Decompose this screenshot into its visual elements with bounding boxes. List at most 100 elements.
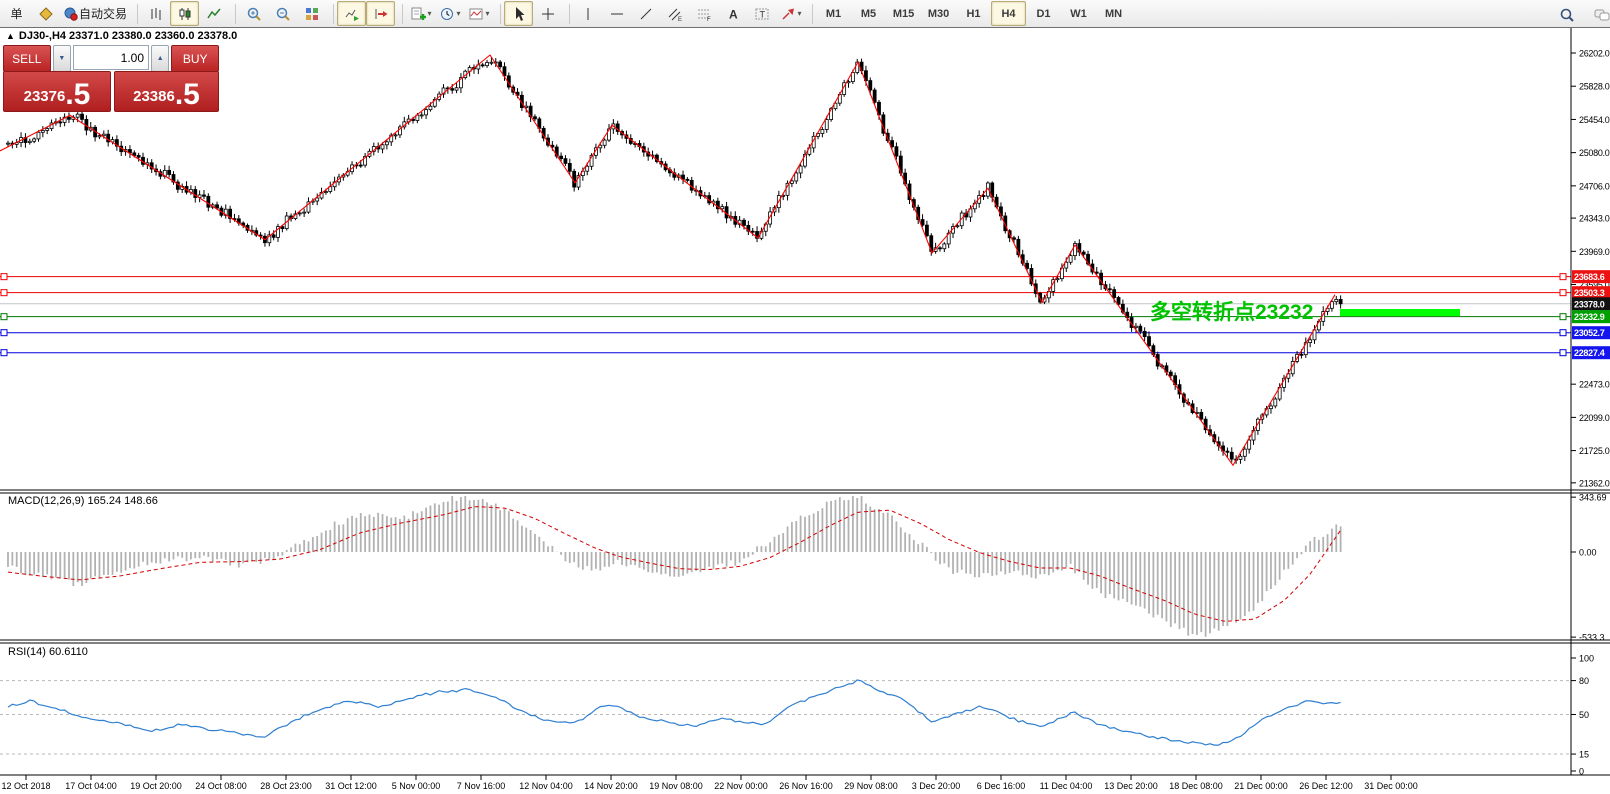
horizontal-line-button[interactable] bbox=[602, 1, 631, 26]
time-axis-tick: 5 Nov 00:00 bbox=[392, 781, 441, 791]
templates-button[interactable]: ▾ bbox=[464, 1, 493, 26]
price-axis-tick: 25828.0 bbox=[1579, 82, 1610, 92]
fibonacci-button[interactable]: F bbox=[689, 1, 718, 26]
time-axis-tick: 14 Nov 20:00 bbox=[584, 781, 638, 791]
price-axis-tick: 24706.0 bbox=[1579, 181, 1610, 191]
trend-icon bbox=[638, 6, 654, 22]
volume-increase-button[interactable]: ▲ bbox=[151, 45, 169, 72]
autotrading-button[interactable]: 自动交易 bbox=[60, 1, 130, 26]
chat-button[interactable] bbox=[1587, 2, 1610, 27]
text-label-button[interactable]: T bbox=[747, 1, 776, 26]
search-button[interactable] bbox=[1552, 2, 1581, 27]
new-order-icon-button[interactable] bbox=[31, 1, 60, 26]
time-axis-tick: 13 Dec 20:00 bbox=[1104, 781, 1158, 791]
timeframe-m5[interactable]: M5 bbox=[851, 1, 886, 26]
chart-collapse-icon[interactable]: ▲ bbox=[6, 31, 15, 41]
time-axis-tick: 18 Dec 08:00 bbox=[1169, 781, 1223, 791]
price-axis-tick: 26202.0 bbox=[1579, 49, 1610, 59]
order-button[interactable]: 单 bbox=[2, 1, 31, 26]
toolbar-separator bbox=[494, 4, 501, 24]
rsi-axis-tick: 0 bbox=[1579, 767, 1584, 777]
rsi-axis-tick: 15 bbox=[1579, 750, 1589, 760]
macd-axis-tick: 0.00 bbox=[1579, 548, 1597, 558]
trendline-button[interactable] bbox=[631, 1, 660, 26]
volume-decrease-button[interactable]: ▼ bbox=[53, 45, 71, 72]
gold-icon bbox=[38, 6, 54, 22]
sell-button[interactable]: SELL bbox=[3, 45, 51, 72]
volume-input[interactable] bbox=[73, 45, 149, 70]
price-axis-tick: 23969.0 bbox=[1579, 247, 1610, 257]
hline-handle[interactable] bbox=[1, 314, 7, 320]
timeframe-w1[interactable]: W1 bbox=[1061, 1, 1096, 26]
equidistant-channel-button[interactable]: E bbox=[660, 1, 689, 26]
hline-handle[interactable] bbox=[1, 274, 7, 280]
price-axis-tick: 25454.0 bbox=[1579, 115, 1610, 125]
timeframe-m30[interactable]: M30 bbox=[921, 1, 956, 26]
buy-button[interactable]: BUY bbox=[171, 45, 219, 72]
time-axis-tick: 19 Oct 20:00 bbox=[130, 781, 182, 791]
time-axis-tick: 26 Nov 16:00 bbox=[779, 781, 833, 791]
chart-shift-button[interactable] bbox=[366, 1, 395, 26]
application-window: { "toolbar": { "items": [ {"name":"order… bbox=[0, 0, 1610, 794]
zigzag-line[interactable] bbox=[0, 55, 1335, 465]
robot-icon bbox=[63, 6, 79, 22]
timeframe-h1[interactable]: H1 bbox=[956, 1, 991, 26]
crosshair-icon bbox=[540, 6, 556, 22]
chart-ohlc-title: ▲DJ30-,H4 23371.0 23380.0 23360.0 23378.… bbox=[6, 30, 237, 42]
periods-button[interactable]: ▾ bbox=[435, 1, 464, 26]
macd-indicator-label: MACD(12,26,9) 165.24 148.66 bbox=[8, 495, 158, 507]
price-line-label: 23683.6 bbox=[1574, 272, 1605, 282]
timeframe-mn[interactable]: MN bbox=[1096, 1, 1131, 26]
time-axis-tick: 7 Nov 16:00 bbox=[457, 781, 506, 791]
candles-icon bbox=[177, 6, 193, 22]
timeframe-m15[interactable]: M15 bbox=[886, 1, 921, 26]
hline-handle[interactable] bbox=[1560, 330, 1566, 336]
price-axis-tick: 22473.0 bbox=[1579, 380, 1610, 390]
hline-handle[interactable] bbox=[1560, 350, 1566, 356]
price-axis-tick: 21725.0 bbox=[1579, 446, 1610, 456]
time-axis-tick: 12 Nov 04:00 bbox=[519, 781, 573, 791]
chart-canvas[interactable]: 26202.025828.025454.025080.024706.024343… bbox=[0, 0, 1610, 794]
indicators-button[interactable]: ▾ bbox=[406, 1, 435, 26]
time-axis-tick: 17 Oct 04:00 bbox=[65, 781, 117, 791]
fibo-icon: F bbox=[696, 6, 712, 22]
autoscroll-icon bbox=[344, 6, 360, 22]
zoom-out-button[interactable] bbox=[268, 1, 297, 26]
text-button[interactable]: A bbox=[718, 1, 747, 26]
zigzag-layer bbox=[0, 55, 1566, 465]
vline-icon bbox=[580, 6, 596, 22]
toolbar-separator bbox=[563, 4, 570, 24]
timeframe-d1[interactable]: D1 bbox=[1026, 1, 1061, 26]
hline-handle[interactable] bbox=[1, 330, 7, 336]
toolbar-right-icons bbox=[1552, 2, 1610, 27]
hline-handle[interactable] bbox=[1, 350, 7, 356]
hline-handle[interactable] bbox=[1560, 274, 1566, 280]
macd-axis-tick: 343.69 bbox=[1579, 493, 1607, 503]
time-axis-tick: 28 Oct 23:00 bbox=[260, 781, 312, 791]
linechart-icon bbox=[206, 6, 222, 22]
sell-price-frac: .5 bbox=[65, 80, 90, 110]
candlestick-chart-button[interactable] bbox=[170, 1, 199, 26]
highlight-trend-segment[interactable] bbox=[1340, 309, 1460, 316]
bar-chart-button[interactable] bbox=[141, 1, 170, 26]
arrows-button[interactable]: ▾ bbox=[776, 1, 805, 26]
line-chart-button[interactable] bbox=[199, 1, 228, 26]
tile-windows-button[interactable] bbox=[297, 1, 326, 26]
vertical-line-button[interactable] bbox=[573, 1, 602, 26]
buy-price[interactable]: 23386.5 bbox=[114, 71, 219, 112]
sell-price[interactable]: 23376.5 bbox=[3, 71, 111, 112]
auto-scroll-button[interactable] bbox=[337, 1, 366, 26]
rsi-axis-tick: 50 bbox=[1579, 710, 1589, 720]
buy-price-frac: .5 bbox=[175, 80, 200, 110]
hline-handle[interactable] bbox=[1560, 290, 1566, 296]
zoom-in-button[interactable] bbox=[239, 1, 268, 26]
timeframe-m1[interactable]: M1 bbox=[816, 1, 851, 26]
hline-handle[interactable] bbox=[1, 290, 7, 296]
cursor-button[interactable] bbox=[504, 1, 533, 26]
price-axis-tick: 22099.0 bbox=[1579, 413, 1610, 423]
crosshair-button[interactable] bbox=[533, 1, 562, 26]
timeframe-h4[interactable]: H4 bbox=[991, 1, 1026, 26]
hline-handle[interactable] bbox=[1560, 314, 1566, 320]
cursor-icon bbox=[511, 6, 527, 22]
toolbar-separator bbox=[327, 4, 334, 24]
